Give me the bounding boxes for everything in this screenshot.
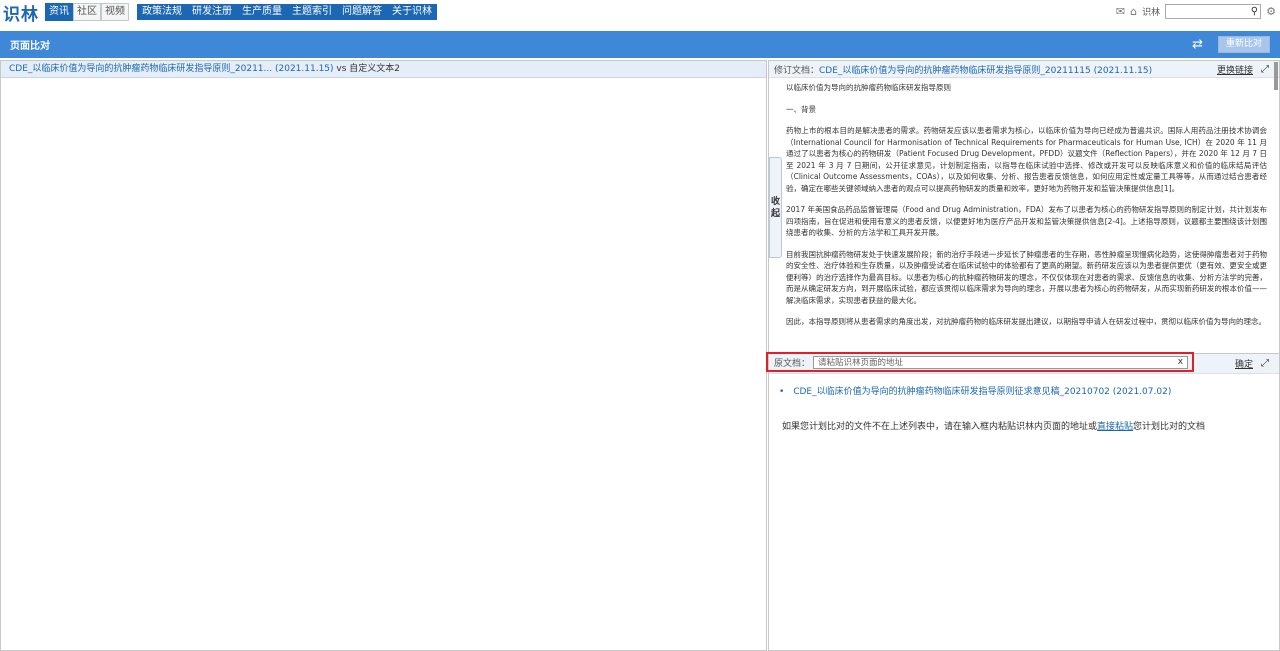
search-input[interactable]: ⚲ bbox=[1165, 4, 1262, 19]
help-note-suffix: 您计划比对的文档 bbox=[1133, 422, 1206, 432]
paste-directly-link[interactable]: 直接粘贴 bbox=[1097, 422, 1133, 432]
revised-doc-pane: 修订文档： CDE_以临床价值为导向的抗肿瘤药物临床研发指导原则_2021111… bbox=[768, 60, 1280, 353]
help-note-prefix: 如果您计划比对的文件不在上述列表中，请在输入框内粘贴识林内页面的地址或 bbox=[782, 422, 1098, 432]
main-menu: 政策法规 研发注册 生产质量 主题索引 问题解答 关于识林 bbox=[137, 4, 437, 20]
compare-result-pane: CDE_以临床价值为导向的抗肿瘤药物临床研发指导原则_20211... (202… bbox=[0, 60, 767, 651]
scrollbar-thumb[interactable] bbox=[1274, 62, 1278, 90]
doc-paragraph: 目前我国抗肿瘤药物研发处于快速发展阶段；新的治疗手段进一步延长了肿瘤患者的生存期… bbox=[786, 249, 1267, 305]
menu-item-about[interactable]: 关于识林 bbox=[387, 4, 437, 20]
help-note: 如果您计划比对的文件不在上述列表中，请在输入框内粘贴识林内页面的地址或直接粘贴您… bbox=[769, 419, 1279, 432]
collapse-char: 收 bbox=[770, 196, 780, 207]
bullet-icon: • bbox=[779, 387, 785, 397]
search-icon[interactable]: ⚲ bbox=[1251, 6, 1258, 17]
doc-paragraph: 2017 年美国食品药品监督管理局（Food and Drug Administ… bbox=[786, 205, 1267, 237]
revised-doc-label: 修订文档： bbox=[774, 65, 820, 76]
section-switcher: 资讯 社区 视频 bbox=[45, 3, 129, 21]
expand-icon[interactable]: ⤢ bbox=[1261, 64, 1269, 75]
revised-doc-link[interactable]: CDE_以临床价值为导向的抗肿瘤药物临床研发指导原则_20211115 (202… bbox=[819, 63, 1152, 76]
source-doc-pane: 原文档： 请粘贴识林页面的地址 x 确定 ⤢ • CDE_以临床价值为导向的抗肿… bbox=[766, 352, 1280, 651]
menu-item-topics[interactable]: 主题索引 bbox=[287, 4, 337, 20]
candidate-date: (2021.07.02) bbox=[1112, 387, 1172, 397]
compare-title-bar: 页面比对 ⇄ 重新比对 bbox=[0, 31, 1280, 58]
gear-icon[interactable]: ⚙ bbox=[1266, 5, 1276, 18]
change-link-button[interactable]: 更换链接 bbox=[1217, 63, 1253, 76]
source-url-box: 原文档： 请粘贴识林页面的地址 x bbox=[766, 352, 1194, 372]
menu-item-policy[interactable]: 政策法规 bbox=[137, 4, 187, 20]
top-nav: 识林 资讯 社区 视频 政策法规 研发注册 生产质量 主题索引 问题解答 关于识… bbox=[0, 0, 1280, 25]
collapse-tab[interactable]: 收 起 bbox=[769, 157, 782, 258]
revised-doc-header: 修订文档： CDE_以临床价值为导向的抗肿瘤药物临床研发指导原则_2021111… bbox=[769, 61, 1279, 78]
candidate-list: • CDE_以临床价值为导向的抗肿瘤药物临床研发指导原则征求意见稿_202107… bbox=[769, 374, 1279, 397]
swap-icon[interactable]: ⇄ bbox=[1192, 37, 1203, 52]
compare-result-header: CDE_以临床价值为导向的抗肿瘤药物临床研发指导原则_20211... (202… bbox=[1, 61, 766, 78]
clear-input-button[interactable]: x bbox=[1178, 357, 1183, 367]
candidate-title[interactable]: CDE_以临床价值为导向的抗肿瘤药物临床研发指导原则征求意见稿_20210702 bbox=[793, 387, 1110, 397]
mail-icon[interactable]: ✉ bbox=[1116, 5, 1125, 18]
source-doc-header: 原文档： 请粘贴识林页面的地址 x 确定 ⤢ bbox=[766, 352, 1279, 374]
segment-community[interactable]: 社区 bbox=[73, 3, 101, 21]
collapse-char: 起 bbox=[770, 208, 780, 219]
list-item[interactable]: • CDE_以临床价值为导向的抗肿瘤药物临床研发指导原则征求意见稿_202107… bbox=[779, 384, 1279, 397]
menu-item-production[interactable]: 生产质量 bbox=[237, 4, 287, 20]
home-icon[interactable]: ⌂ bbox=[1130, 5, 1137, 18]
vs-label: vs bbox=[336, 64, 347, 74]
menu-item-qa[interactable]: 问题解答 bbox=[337, 4, 387, 20]
doc-paragraph: 以临床价值为导向的抗肿瘤药物临床研发指导原则 bbox=[786, 83, 951, 92]
source-url-input[interactable]: 请粘贴识林页面的地址 x bbox=[813, 355, 1189, 369]
right-doc-label: 自定义文本2 bbox=[349, 64, 401, 74]
page-title: 页面比对 bbox=[10, 41, 50, 52]
left-doc-link[interactable]: CDE_以临床价值为导向的抗肿瘤药物临床研发指导原则_20211... (202… bbox=[9, 64, 334, 74]
segment-news[interactable]: 资讯 bbox=[45, 3, 73, 21]
user-name[interactable]: 识林 bbox=[1142, 5, 1160, 18]
doc-paragraph: 因此，本指导原则将从患者需求的角度出发，对抗肿瘤药物的临床研发提出建议，以期指导… bbox=[786, 317, 1266, 326]
segment-video[interactable]: 视频 bbox=[101, 3, 129, 21]
source-url-placeholder: 请粘贴识林页面的地址 bbox=[818, 358, 904, 368]
revised-doc-body: 以临床价值为导向的抗肿瘤药物临床研发指导原则 一、背景 药物上市的根本目的是解决… bbox=[769, 78, 1279, 328]
expand-icon[interactable]: ⤢ bbox=[1261, 358, 1269, 369]
doc-paragraph: 药物上市的根本目的是解决患者的需求。药物研发应该以患者需求为核心，以临床价值为导… bbox=[786, 126, 1267, 193]
recompare-button[interactable]: 重新比对 bbox=[1218, 36, 1270, 53]
menu-item-rd[interactable]: 研发注册 bbox=[187, 4, 237, 20]
source-doc-label: 原文档： bbox=[774, 358, 811, 369]
site-logo[interactable]: 识林 bbox=[3, 0, 39, 25]
doc-paragraph: 一、背景 bbox=[786, 104, 816, 114]
confirm-button[interactable]: 确定 bbox=[1235, 357, 1253, 370]
user-tools: ✉ ⌂ 识林 ⚲ ⚙ bbox=[1116, 4, 1276, 19]
